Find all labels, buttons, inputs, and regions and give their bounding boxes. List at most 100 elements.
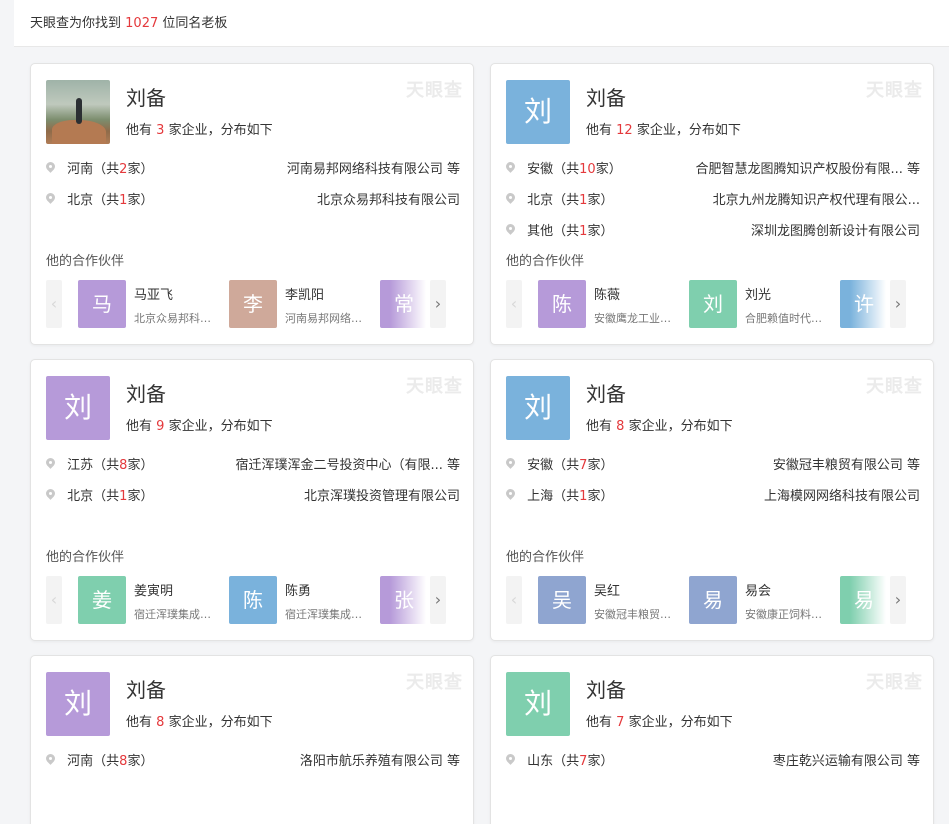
partner-item[interactable]: 吴 吴红 安徽冠丰粮贸有限公司 <box>538 576 686 624</box>
province-label: 山东（共7家） <box>527 754 614 769</box>
company-count: 8 <box>616 419 625 434</box>
province-label: 北京（共1家） <box>67 489 154 504</box>
partner-name[interactable]: 刘光 <box>745 284 771 303</box>
partner-item[interactable]: 陈 陈薇 安徽鹰龙工业设计有限公司 <box>538 280 686 328</box>
location-row: 上海（共1家） 上海模网网络科技有限公司 <box>506 487 920 507</box>
carousel-prev-button[interactable]: ‹ <box>506 576 522 624</box>
province-label: 江苏（共8家） <box>67 458 154 473</box>
carousel-prev-button[interactable]: ‹ <box>506 280 522 328</box>
boss-card[interactable]: 刘刘备 他有 7 家企业，分布如下 天眼查 山东（共7家） 枣庄乾兴运输有限公司… <box>490 655 934 824</box>
carousel-fade <box>850 280 888 330</box>
company-count-summary: 他有 8 家企业，分布如下 <box>126 715 273 730</box>
carousel-fade <box>390 280 428 330</box>
company-count-summary: 他有 7 家企业，分布如下 <box>586 715 733 730</box>
boss-avatar[interactable]: 刘 <box>506 672 570 736</box>
partner-name[interactable]: 易会 <box>745 580 771 599</box>
location-pin-icon <box>46 193 55 205</box>
company-link[interactable]: 深圳龙图腾创新设计有限公司 <box>751 222 920 242</box>
company-link[interactable]: 合肥智慧龙图腾知识产权股份有限... 等 <box>695 160 920 180</box>
boss-name[interactable]: 刘备 <box>126 378 166 407</box>
partner-company: 宿迁浑璞集成投资中心 <box>134 608 220 621</box>
carousel-next-button[interactable]: › <box>430 280 446 328</box>
tianyancha-watermark: 天眼查 <box>406 376 463 397</box>
company-link[interactable]: 洛阳市航乐养殖有限公司 等 <box>300 752 460 772</box>
boss-avatar[interactable]: 刘 <box>506 376 570 440</box>
location-pin-icon <box>506 458 515 470</box>
company-link[interactable]: 河南易邦网络科技有限公司 等 <box>287 160 460 180</box>
location-row: 北京（共1家） 北京众易邦科技有限公司 <box>46 191 460 211</box>
province-label: 安徽（共7家） <box>527 458 614 473</box>
boss-avatar-photo[interactable] <box>46 80 110 144</box>
company-link[interactable]: 安徽冠丰粮贸有限公司 等 <box>773 456 920 476</box>
company-link[interactable]: 北京众易邦科技有限公司 <box>317 191 460 211</box>
boss-name[interactable]: 刘备 <box>586 674 626 703</box>
partner-name[interactable]: 姜寅明 <box>134 580 173 599</box>
boss-card[interactable]: 刘刘备 他有 8 家企业，分布如下 天眼查 安徽（共7家） 安徽冠丰粮贸有限公司… <box>490 359 934 641</box>
tianyancha-watermark: 天眼查 <box>866 376 923 397</box>
company-link[interactable]: 宿迁浑璞浑金二号投资中心（有限... 等 <box>235 456 460 476</box>
partner-item[interactable]: 刘 刘光 合肥赖值时代科技有限公司 <box>689 280 837 328</box>
partner-avatar[interactable]: 刘 <box>689 280 737 328</box>
partner-name[interactable]: 陈勇 <box>285 580 311 599</box>
carousel-prev-button[interactable]: ‹ <box>46 576 62 624</box>
location-pin-icon <box>506 162 515 174</box>
tianyancha-watermark: 天眼查 <box>406 672 463 693</box>
company-link[interactable]: 北京九州龙腾知识产权代理有限公... <box>713 191 920 211</box>
partner-item[interactable]: 李 李凯阳 河南易邦网络科技有限公司 <box>229 280 377 328</box>
province-label: 安徽（共10家） <box>527 162 622 177</box>
boss-name[interactable]: 刘备 <box>126 82 166 111</box>
location-row: 河南（共8家） 洛阳市航乐养殖有限公司 等 <box>46 752 460 772</box>
carousel-next-button[interactable]: › <box>430 576 446 624</box>
partner-avatar[interactable]: 吴 <box>538 576 586 624</box>
partner-company: 安徽冠丰粮贸有限公司 <box>594 608 680 621</box>
location-row: 江苏（共8家） 宿迁浑璞浑金二号投资中心（有限... 等 <box>46 456 460 476</box>
company-count: 3 <box>156 123 165 138</box>
partners-viewport: 陈 陈薇 安徽鹰龙工业设计有限公司 刘 刘光 合肥赖值时代科技有限公司 许 <box>538 280 888 330</box>
location-pin-icon <box>506 489 515 501</box>
boss-name[interactable]: 刘备 <box>586 378 626 407</box>
location-pin-icon <box>506 224 515 236</box>
boss-card[interactable]: 刘备 他有 3 家企业，分布如下 天眼查 河南（共2家） 河南易邦网络科技有限公… <box>30 63 474 345</box>
boss-name[interactable]: 刘备 <box>586 82 626 111</box>
partner-name[interactable]: 陈薇 <box>594 284 620 303</box>
partner-avatar[interactable]: 马 <box>78 280 126 328</box>
company-link[interactable]: 上海模网网络科技有限公司 <box>764 487 920 507</box>
company-count: 12 <box>616 123 633 138</box>
carousel-next-button[interactable]: › <box>890 576 906 624</box>
partner-name[interactable]: 吴红 <box>594 580 620 599</box>
company-count-summary: 他有 9 家企业，分布如下 <box>126 419 273 434</box>
boss-avatar[interactable]: 刘 <box>46 672 110 736</box>
partners-title: 他的合作伙伴 <box>506 254 585 269</box>
partner-avatar[interactable]: 陈 <box>229 576 277 624</box>
province-label: 河南（共8家） <box>67 754 154 769</box>
boss-avatar[interactable]: 刘 <box>506 80 570 144</box>
boss-avatar[interactable]: 刘 <box>46 376 110 440</box>
boss-card[interactable]: 刘刘备 他有 9 家企业，分布如下 天眼查 江苏（共8家） 宿迁浑璞浑金二号投资… <box>30 359 474 641</box>
location-pin-icon <box>46 458 55 470</box>
boss-name[interactable]: 刘备 <box>126 674 166 703</box>
company-link[interactable]: 北京浑璞投资管理有限公司 <box>304 487 460 507</box>
carousel-prev-button[interactable]: ‹ <box>46 280 62 328</box>
company-count: 9 <box>156 419 165 434</box>
partner-avatar[interactable]: 易 <box>689 576 737 624</box>
location-pin-icon <box>46 754 55 766</box>
boss-card[interactable]: 刘刘备 他有 8 家企业，分布如下 天眼查 河南（共8家） 洛阳市航乐养殖有限公… <box>30 655 474 824</box>
partners-carousel: ‹ 马 马亚飞 北京众易邦科技有限公司 李 李凯阳 河南易邦网络科技有限公司 常… <box>46 280 460 330</box>
province-label: 河南（共2家） <box>67 162 154 177</box>
company-link[interactable]: 枣庄乾兴运输有限公司 等 <box>773 752 920 772</box>
carousel-next-button[interactable]: › <box>890 280 906 328</box>
partner-avatar[interactable]: 姜 <box>78 576 126 624</box>
partner-item[interactable]: 陈 陈勇 宿迁浑璞集成投资中心 <box>229 576 377 624</box>
partner-item[interactable]: 马 马亚飞 北京众易邦科技有限公司 <box>78 280 226 328</box>
partner-item[interactable]: 姜 姜寅明 宿迁浑璞集成投资中心 <box>78 576 226 624</box>
partner-name[interactable]: 马亚飞 <box>134 284 173 303</box>
boss-card[interactable]: 刘刘备 他有 12 家企业，分布如下 天眼查 安徽（共10家） 合肥智慧龙图腾知… <box>490 63 934 345</box>
partner-avatar[interactable]: 李 <box>229 280 277 328</box>
partner-item[interactable]: 易 易会 安徽康正饲料有限公司 <box>689 576 837 624</box>
location-row: 河南（共2家） 河南易邦网络科技有限公司 等 <box>46 160 460 180</box>
partner-company: 安徽康正饲料有限公司 <box>745 608 831 621</box>
partners-carousel: ‹ 姜 姜寅明 宿迁浑璞集成投资中心 陈 陈勇 宿迁浑璞集成投资中心 张 › <box>46 576 460 626</box>
partner-avatar[interactable]: 陈 <box>538 280 586 328</box>
partners-title: 他的合作伙伴 <box>46 254 125 269</box>
partner-name[interactable]: 李凯阳 <box>285 284 324 303</box>
